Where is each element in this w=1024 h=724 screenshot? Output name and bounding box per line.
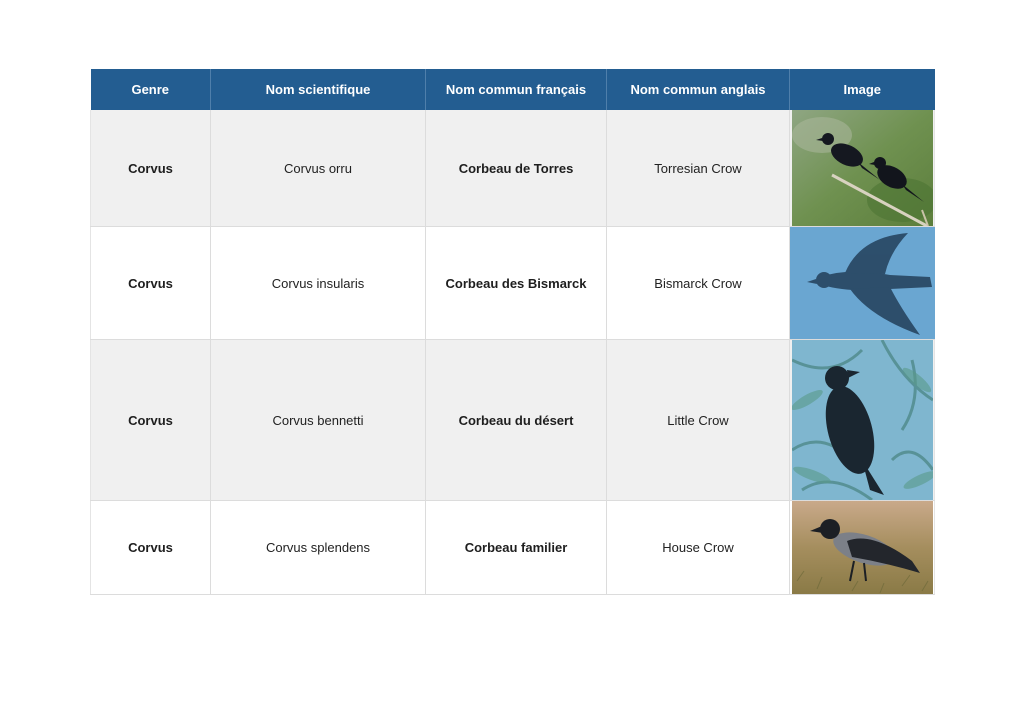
image-cell <box>789 500 935 595</box>
table-row: Corvus Corvus insularis Corbeau des Bism… <box>90 226 935 340</box>
species-table-container: Genre Nom scientifique Nom commun frança… <box>90 69 935 595</box>
english-name-cell: Torresian Crow <box>606 110 790 227</box>
header-scientific-name: Nom scientifique <box>210 69 426 110</box>
image-cell <box>789 226 935 340</box>
scientific-name-cell: Corvus bennetti <box>210 339 426 501</box>
scientific-name-cell: Corvus insularis <box>210 226 426 340</box>
genre-cell: Corvus <box>90 110 211 227</box>
image-cell <box>789 110 935 227</box>
crow-in-tree-photo <box>791 340 933 500</box>
two-crows-on-branch-photo <box>791 110 933 226</box>
header-genre: Genre <box>90 69 211 110</box>
genre-cell: Corvus <box>90 226 211 340</box>
header-french-name: Nom commun français <box>425 69 607 110</box>
table-header: Genre Nom scientifique Nom commun frança… <box>90 69 935 110</box>
image-cell <box>789 339 935 501</box>
english-name-cell: House Crow <box>606 500 790 595</box>
table-row: Corvus Corvus orru Corbeau de Torres Tor… <box>90 110 935 227</box>
species-table: Genre Nom scientifique Nom commun frança… <box>90 69 935 595</box>
english-name-cell: Little Crow <box>606 339 790 501</box>
scientific-name-cell: Corvus splendens <box>210 500 426 595</box>
genre-cell: Corvus <box>90 500 211 595</box>
table-row: Corvus Corvus bennetti Corbeau du désert… <box>90 339 935 501</box>
french-name-cell: Corbeau du désert <box>425 339 607 501</box>
scientific-name-cell: Corvus orru <box>210 110 426 227</box>
header-row: Genre Nom scientifique Nom commun frança… <box>90 69 935 110</box>
genre-cell: Corvus <box>90 339 211 501</box>
header-english-name: Nom commun anglais <box>606 69 790 110</box>
crow-in-flight-photo <box>790 227 935 339</box>
table-row: Corvus Corvus splendens Corbeau familier… <box>90 500 935 595</box>
english-name-cell: Bismarck Crow <box>606 226 790 340</box>
french-name-cell: Corbeau des Bismarck <box>425 226 607 340</box>
crow-on-ground-photo <box>791 501 933 594</box>
header-image: Image <box>789 69 935 110</box>
french-name-cell: Corbeau de Torres <box>425 110 607 227</box>
french-name-cell: Corbeau familier <box>425 500 607 595</box>
